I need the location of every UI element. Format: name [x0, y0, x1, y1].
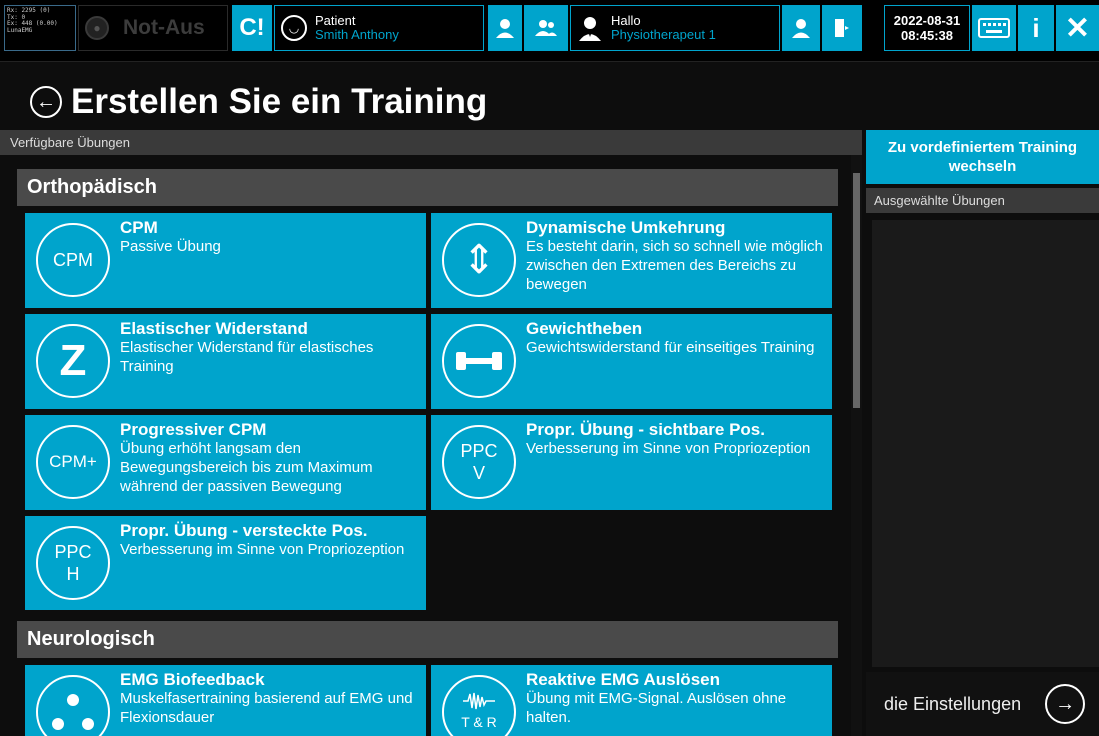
info-icon: i	[1032, 12, 1040, 43]
logout-button[interactable]	[822, 5, 862, 51]
cpm-icon: CPM	[36, 223, 110, 297]
therapist-icon	[579, 17, 601, 41]
exercise-title: Propr. Übung - sichtbare Pos.	[526, 420, 765, 439]
patient-name: Smith Anthony	[315, 27, 399, 42]
emergency-stop-icon: ●	[85, 16, 109, 40]
exercise-description: Verbesserung im Sinne von Propriozeption	[526, 440, 811, 457]
arrow-right-icon: →	[1045, 684, 1086, 724]
page-title: Erstellen Sie ein Training	[71, 82, 488, 121]
exercise-description: Muskelfasertraining basierend auf EMG un…	[120, 690, 413, 726]
exercise-card-progressive-cpm[interactable]: CPM+ Progressiver CPM Übung erhöht langs…	[25, 415, 426, 510]
exercise-card-weightlifting[interactable]: Gewichtheben Gewichtswiderstand für eins…	[431, 314, 832, 409]
exercise-card-emg-biofeedback[interactable]: EMG Biofeedback Muskelfasertraining basi…	[25, 665, 426, 736]
settings-button[interactable]: die Einstellungen →	[866, 672, 1099, 736]
patient-face-icon: ◡	[281, 15, 307, 41]
patient-panel[interactable]: ◡ Patient Smith Anthony	[274, 5, 484, 51]
connection-icon: C!	[239, 14, 265, 41]
exercise-card-dynamic-reversal[interactable]: ⇕ Dynamische Umkehrung Es besteht darin,…	[431, 213, 832, 308]
selected-exercises-list[interactable]	[872, 220, 1099, 667]
exercise-description: Passive Übung	[120, 238, 221, 255]
current-time: 08:45:38	[900, 28, 954, 43]
cpm-plus-icon: CPM+	[36, 425, 110, 499]
category-header-orthopedic: Orthopädisch	[17, 169, 838, 206]
ppc-h-icon: PPC H	[36, 526, 110, 600]
exit-door-icon	[835, 19, 849, 37]
therapist-name: Physiotherapeut 1	[611, 27, 716, 42]
scrollbar-thumb[interactable]	[853, 173, 860, 408]
users-icon	[535, 20, 557, 36]
top-bar: Rx: 2295 (0) Tx: 0 Ex: 448 (0.00) LunaEM…	[0, 0, 1099, 62]
patient-profile-button[interactable]	[488, 5, 522, 51]
user-icon	[792, 19, 810, 38]
exercise-title: CPM	[120, 218, 158, 237]
emg-dots-icon	[36, 675, 110, 736]
exercise-title: Reaktive EMG Auslösen	[526, 670, 720, 689]
exercise-title: EMG Biofeedback	[120, 670, 265, 689]
emergency-stop-label: Not-Aus	[123, 16, 205, 39]
exercise-card-proprioception-visible[interactable]: PPC V Propr. Übung - sichtbare Pos. Verb…	[431, 415, 832, 510]
therapist-profile-button[interactable]	[782, 5, 820, 51]
available-exercises-header: Verfügbare Übungen	[0, 130, 862, 155]
page-header: ← Erstellen Sie ein Training	[30, 82, 487, 122]
patient-list-button[interactable]	[524, 5, 568, 51]
exercise-list-scrollbar[interactable]	[851, 155, 862, 736]
close-button[interactable]: ✕	[1056, 5, 1099, 51]
exercise-description: Es besteht darin, sich so schnell wie mö…	[526, 238, 823, 293]
exercise-title: Elastischer Widerstand	[120, 319, 308, 338]
dumbbell-icon	[442, 324, 516, 398]
exercise-title: Dynamische Umkehrung	[526, 218, 726, 237]
keyboard-icon	[978, 18, 1010, 38]
date-time-display: 2022-08-31 08:45:38	[884, 5, 970, 51]
exercise-description: Übung mit EMG-Signal. Auslösen ohne halt…	[526, 690, 787, 726]
exercise-title: Propr. Übung - versteckte Pos.	[120, 521, 368, 540]
emg-wave-icon: T & R	[442, 675, 516, 736]
selected-exercises-header: Ausgewählte Übungen	[866, 188, 1099, 213]
exercise-card-proprioception-hidden[interactable]: PPC H Propr. Übung - versteckte Pos. Ver…	[25, 516, 426, 610]
category-header-neurological: Neurologisch	[17, 621, 838, 658]
keyboard-button[interactable]	[972, 5, 1016, 51]
emergency-stop-button[interactable]: ● Not-Aus	[78, 5, 228, 51]
switch-to-predefined-training-button[interactable]: Zu vordefiniertem Training wechseln	[866, 130, 1099, 184]
exercise-description: Verbesserung im Sinne von Propriozeption	[120, 541, 405, 558]
current-date: 2022-08-31	[893, 13, 961, 28]
settings-label: die Einstellungen	[884, 693, 1022, 714]
debug-line: LunaEMG	[7, 26, 33, 34]
ppc-v-icon: PPC V	[442, 425, 516, 499]
exercise-description: Gewichtswiderstand für einseitiges Train…	[526, 339, 815, 356]
back-arrow-icon[interactable]: ←	[30, 86, 62, 118]
info-button[interactable]: i	[1018, 5, 1054, 51]
exercise-description: Übung erhöht langsam den Bewegungsbereic…	[120, 440, 373, 495]
emg-wave-label: T & R	[461, 714, 497, 730]
user-icon	[496, 19, 514, 38]
device-connection-button[interactable]: C!	[232, 5, 272, 51]
available-exercises-list: Orthopädisch CPM CPM Passive Übung ⇕ Dyn…	[0, 155, 862, 736]
therapist-panel[interactable]: Hallo Physiotherapeut 1	[570, 5, 780, 51]
close-icon: ✕	[1064, 11, 1091, 45]
exercise-description: Elastischer Widerstand für elastisches T…	[120, 339, 374, 375]
exercise-card-cpm[interactable]: CPM CPM Passive Übung	[25, 213, 426, 308]
elastic-spring-icon: Z	[36, 324, 110, 398]
exercise-card-elastic-resistance[interactable]: Z Elastischer Widerstand Elastischer Wid…	[25, 314, 426, 409]
vertical-arrows-icon: ⇕	[442, 223, 516, 297]
greeting-label: Hallo	[611, 13, 641, 28]
connection-debug-panel: Rx: 2295 (0) Tx: 0 Ex: 448 (0.00) LunaEM…	[4, 5, 76, 51]
exercise-card-reactive-emg[interactable]: T & R Reaktive EMG Auslösen Übung mit EM…	[431, 665, 832, 736]
patient-label: Patient	[315, 13, 356, 28]
exercise-title: Progressiver CPM	[120, 420, 267, 439]
exercise-title: Gewichtheben	[526, 319, 643, 338]
